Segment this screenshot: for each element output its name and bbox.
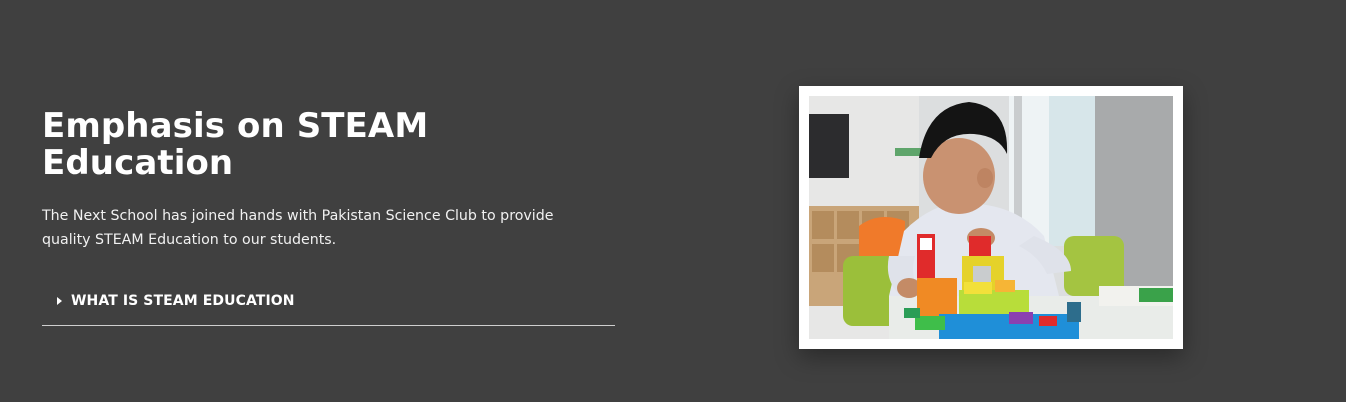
section-description: The Next School has joined hands with Pa…: [42, 208, 554, 248]
section-title: Emphasis on STEAM Education: [42, 106, 429, 183]
steam-photo-illustration: [809, 96, 1173, 339]
text-column: Emphasis on STEAM Education The Next Sch…: [42, 108, 615, 252]
caret-right-icon: [57, 297, 62, 305]
accordion-label: WHAT IS STEAM EDUCATION: [71, 293, 295, 309]
accordion-what-is-steam[interactable]: WHAT IS STEAM EDUCATION: [42, 286, 615, 326]
photo-frame: [799, 86, 1183, 349]
steam-education-section: Emphasis on STEAM Education The Next Sch…: [0, 0, 1346, 402]
steam-photo: [809, 96, 1173, 339]
